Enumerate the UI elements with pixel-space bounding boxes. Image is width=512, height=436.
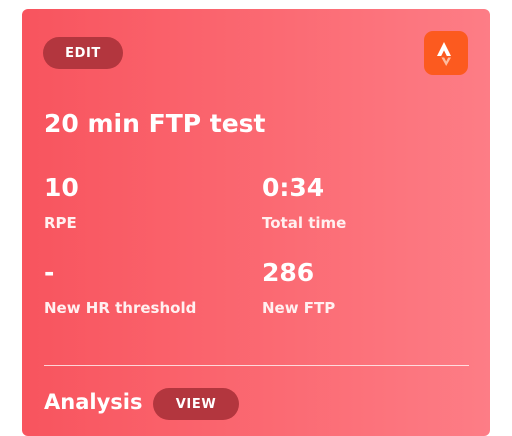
workout-summary-card: EDIT 20 min FTP test 10 RPE 0:34 Total t… bbox=[22, 9, 490, 436]
stat-label: RPE bbox=[44, 214, 77, 232]
edit-button[interactable]: EDIT bbox=[43, 37, 123, 69]
divider bbox=[44, 365, 469, 366]
stat-new-hr-threshold: - New HR threshold bbox=[44, 258, 196, 317]
stat-value: 0:34 bbox=[262, 173, 325, 202]
stat-value: 286 bbox=[262, 258, 315, 287]
stat-value: - bbox=[44, 258, 55, 287]
view-analysis-button[interactable]: VIEW bbox=[153, 388, 239, 420]
stat-value: 10 bbox=[44, 173, 79, 202]
stat-total-time: 0:34 Total time bbox=[262, 173, 346, 232]
strava-logo-icon[interactable] bbox=[424, 31, 468, 75]
stat-rpe: 10 RPE bbox=[44, 173, 79, 232]
stat-label: Total time bbox=[262, 214, 347, 232]
stat-label: New FTP bbox=[262, 299, 336, 317]
stat-new-ftp: 286 New FTP bbox=[262, 258, 335, 317]
workout-title: 20 min FTP test bbox=[44, 109, 266, 138]
strava-chevrons-icon bbox=[437, 42, 451, 66]
analysis-heading: Analysis bbox=[44, 390, 143, 414]
stat-label: New HR threshold bbox=[44, 299, 197, 317]
